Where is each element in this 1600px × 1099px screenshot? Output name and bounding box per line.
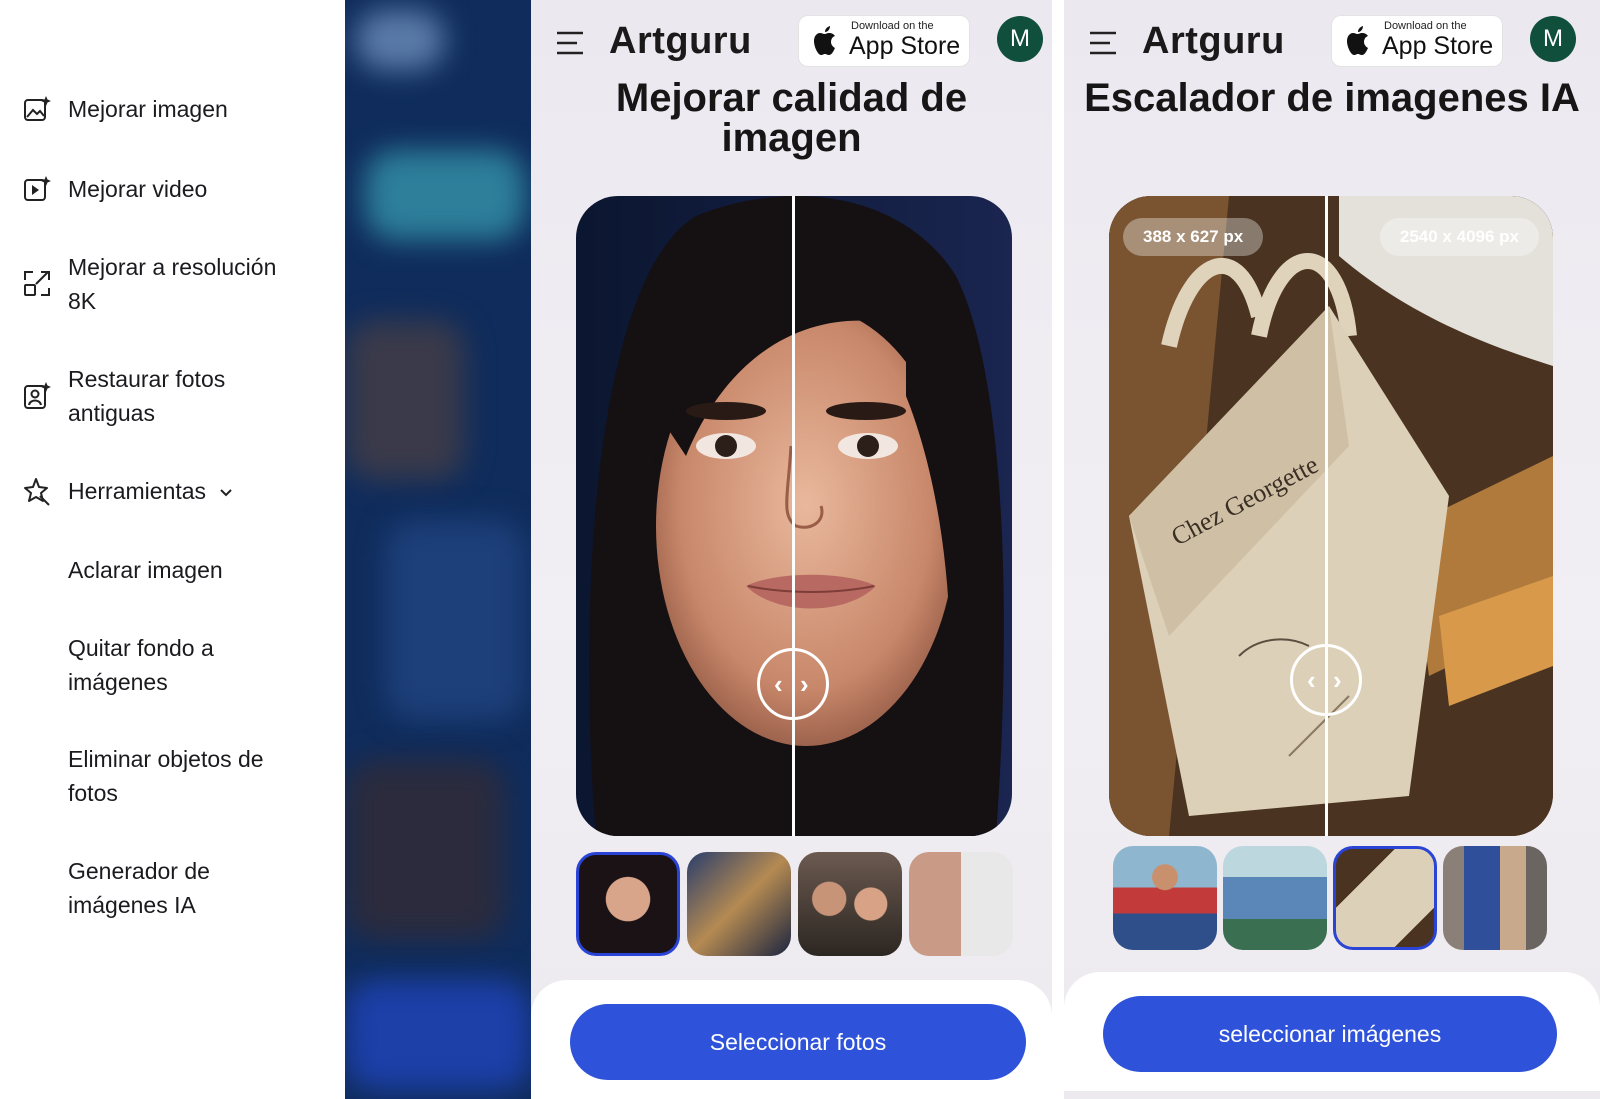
before-after-compare[interactable]: Chez Georgette 388 x 627 px 2540 x 4096 …: [1109, 196, 1553, 836]
hamburger-menu-icon[interactable]: [555, 30, 585, 56]
app-store-caption: Download on the: [851, 20, 934, 32]
select-images-button[interactable]: seleccionar imágenes: [1103, 996, 1557, 1072]
resolution-after-badge: 2540 x 4096 px: [1379, 218, 1539, 256]
thumbnail-tote-bag[interactable]: [1333, 846, 1437, 950]
submenu-item-quitar-fondo[interactable]: Quitar fondo a imágenes: [68, 631, 298, 699]
thumbnail-collage[interactable]: [909, 852, 1013, 956]
menu-item-label: Mejorar video: [68, 176, 208, 202]
menu-item-mejorar-imagen[interactable]: Mejorar imagen: [22, 92, 298, 126]
top-bar: Artguru Download on the App Store M: [1064, 14, 1600, 70]
compare-divider[interactable]: [1325, 196, 1328, 836]
submenu-item-generador-ia[interactable]: Generador de imágenes IA: [68, 854, 298, 922]
chevron-right-icon: ›: [1333, 665, 1342, 695]
menu-item-restaurar-fotos[interactable]: Restaurar fotos antiguas: [22, 362, 298, 430]
tote-bag-photo: [1109, 196, 1553, 836]
chevron-left-icon: ‹: [774, 669, 783, 699]
compare-slider-handle[interactable]: ‹ ›: [757, 648, 829, 720]
expand-icon: [24, 271, 50, 296]
chevron-left-icon: ‹: [1307, 665, 1316, 695]
thumbnail-portrait[interactable]: [576, 852, 680, 956]
app-store-label: App Store: [1382, 32, 1494, 60]
select-photos-button[interactable]: Seleccionar fotos: [570, 1004, 1026, 1080]
submenu-item-eliminar-objetos[interactable]: Eliminar objetos de fotos: [68, 742, 298, 810]
menu-item-label: Restaurar fotos antiguas: [68, 366, 226, 426]
chevron-right-icon: ›: [800, 669, 809, 699]
thumbnail-couple[interactable]: [798, 852, 902, 956]
avatar[interactable]: M: [1530, 16, 1576, 62]
sample-thumbnails: [576, 852, 1013, 956]
blurred-background-strip: [345, 0, 531, 1099]
hamburger-menu-icon[interactable]: [1088, 30, 1118, 56]
brand-logo[interactable]: Artguru: [1142, 20, 1285, 63]
sample-thumbnails: [1113, 846, 1553, 950]
thumbnail-anime[interactable]: [1223, 846, 1327, 950]
apple-icon: [814, 26, 835, 55]
magic-star-icon: [24, 478, 50, 506]
phone-screen-enhance: Artguru Download on the App Store M Mejo…: [531, 0, 1052, 1099]
bottom-action-card: seleccionar imágenes: [1064, 972, 1600, 1091]
menu-item-label: Mejorar a resolución 8K: [68, 254, 277, 314]
portrait-sparkle-icon: [24, 382, 51, 409]
thumbnail-two-people[interactable]: [1443, 846, 1547, 950]
image-sparkle-icon: [24, 96, 51, 121]
menu-item-herramientas[interactable]: Herramientas: [22, 474, 234, 508]
resolution-before-badge: 388 x 627 px: [1123, 218, 1264, 256]
menu-item-label: Mejorar imagen: [68, 96, 228, 122]
top-bar: Artguru Download on the App Store M: [531, 14, 1052, 70]
menu-item-resolucion-8k[interactable]: Mejorar a resolución 8K: [22, 250, 298, 318]
phone-screen-upscaler: Artguru Download on the App Store M Esca…: [1064, 0, 1600, 1099]
avatar[interactable]: M: [997, 16, 1043, 62]
menu-item-mejorar-video[interactable]: Mejorar video: [22, 172, 298, 206]
app-store-label: App Store: [849, 32, 961, 60]
apple-icon: [1347, 26, 1368, 55]
app-store-badge[interactable]: Download on the App Store: [799, 16, 969, 66]
app-store-caption: Download on the: [1384, 20, 1467, 32]
app-store-badge[interactable]: Download on the App Store: [1332, 16, 1502, 66]
page-title: Escalador de imagenes IA: [1084, 76, 1580, 120]
submenu-item-aclarar-imagen[interactable]: Aclarar imagen: [68, 553, 298, 587]
compare-slider-handle[interactable]: ‹ ›: [1290, 644, 1362, 716]
brand-logo[interactable]: Artguru: [609, 20, 752, 63]
bottom-action-card: Seleccionar fotos: [531, 980, 1052, 1099]
chevron-down-icon: [220, 489, 232, 497]
thumbnail-boat[interactable]: [687, 852, 791, 956]
menu-item-label: Herramientas: [68, 478, 207, 504]
page-title: Mejorar calidad de imagen: [615, 76, 968, 160]
thumbnail-woman[interactable]: [1113, 846, 1217, 950]
before-after-compare[interactable]: ‹ ›: [576, 196, 1012, 836]
video-sparkle-icon: [24, 176, 51, 201]
side-menu: Mejorar imagen Mejorar video Mejorar a r…: [0, 0, 345, 1099]
compare-divider[interactable]: [792, 196, 795, 836]
